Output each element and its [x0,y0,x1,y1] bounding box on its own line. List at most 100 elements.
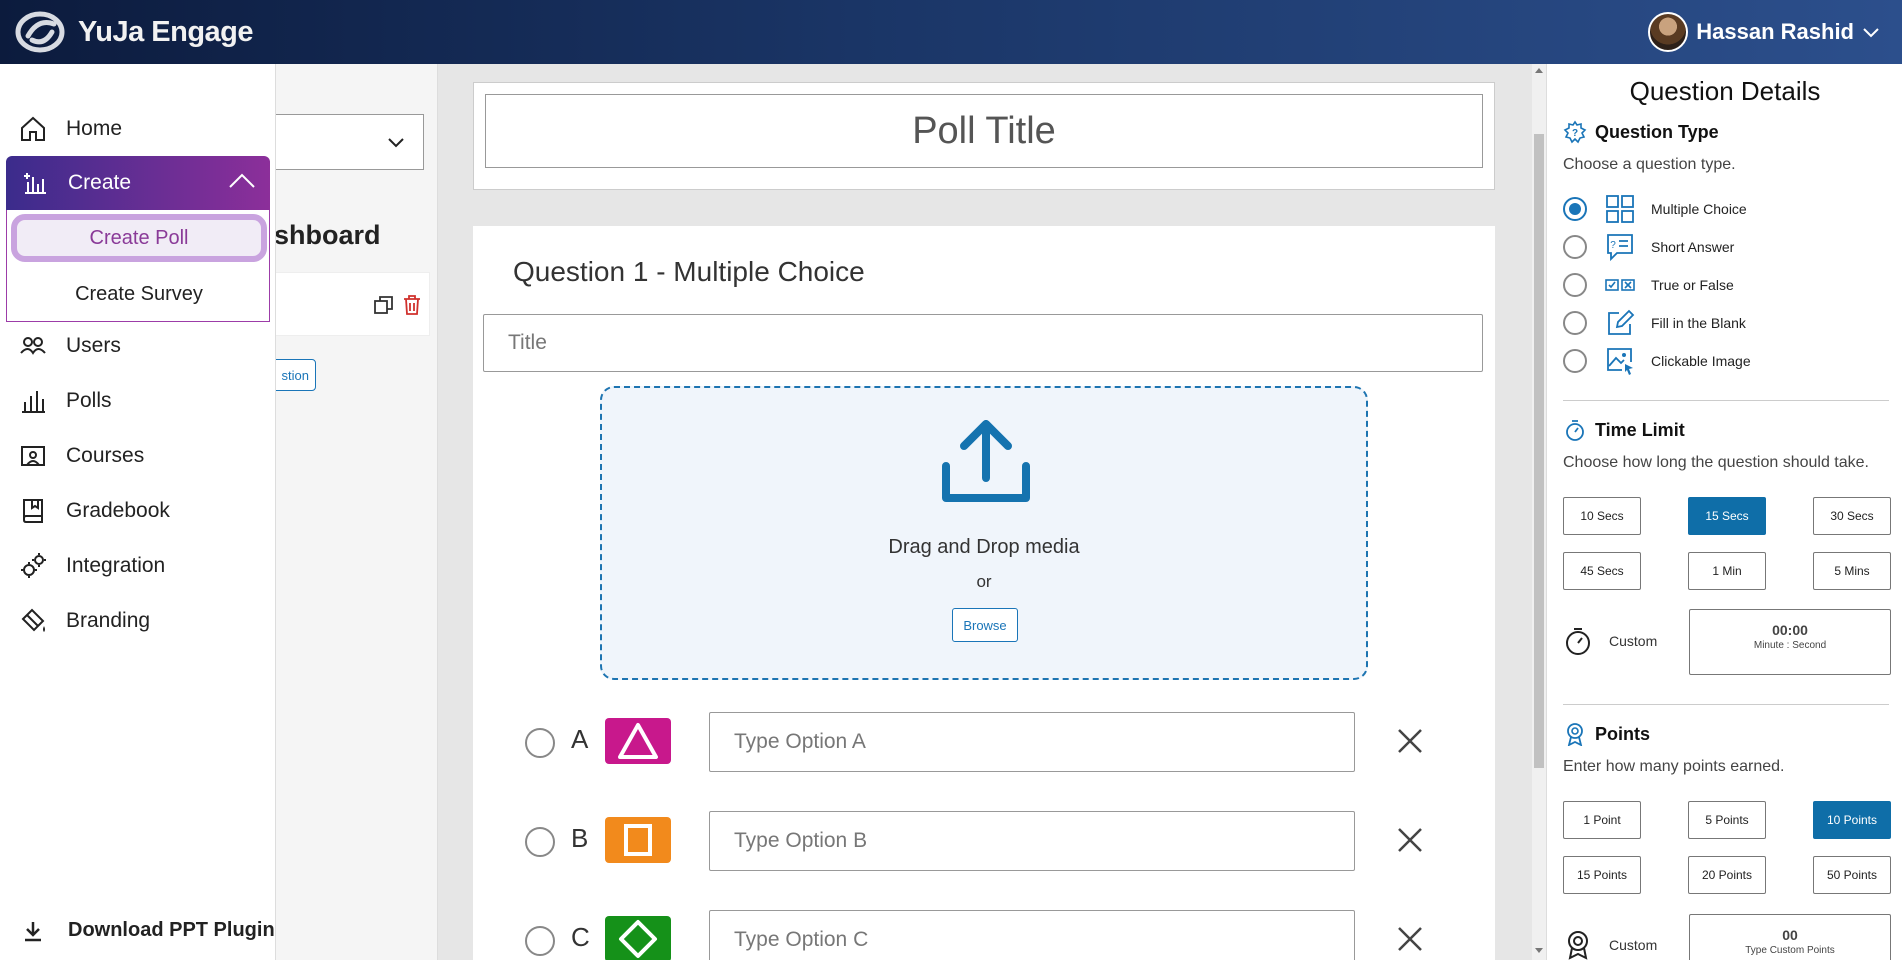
question-details-title: Question Details [1629,76,1821,106]
time-custom-input[interactable]: 00:00 Minute : Second [1689,609,1891,675]
poll-title-input[interactable]: Poll Title [485,94,1483,168]
qtype-label: Fill in the Blank [1651,315,1746,331]
question-card: Question 1 - Multiple Choice Title Drag … [473,226,1495,960]
qtype-radio[interactable] [1563,235,1587,259]
scroll-down-arrow[interactable] [1535,948,1543,953]
qtype-label: Clickable Image [1651,353,1751,369]
app-logo[interactable]: YuJa Engage [14,10,254,54]
nav-label-polls: Polls [66,389,112,412]
app-name: YuJa Engage [78,15,254,48]
time-custom-label: Custom [1609,633,1658,649]
question-details-panel: Question Details ? Question Type Choose … [1546,64,1902,960]
qtype-clickable-image[interactable]: Clickable Image [1563,346,1751,376]
qtype-multiple-choice[interactable]: Multiple Choice [1563,194,1747,224]
upload-icon [942,420,1030,502]
qtype-radio[interactable] [1563,197,1587,221]
option-row-c: C Type Option C [525,910,1445,960]
points-10-button[interactable]: 10 Points [1813,801,1891,839]
nav-label-create: Create [68,171,132,194]
qtype-fill-blank[interactable]: Fill in the Blank [1563,308,1746,338]
option-a-radio[interactable] [525,728,555,758]
qtype-label: Short Answer [1651,239,1735,255]
submenu-create-survey[interactable]: Create Survey [7,266,271,322]
time-10-secs-button[interactable]: 10 Secs [1563,497,1641,535]
points-15-button[interactable]: 15 Points [1563,856,1641,894]
media-dropzone[interactable]: Drag and Drop media or Browse [600,386,1368,680]
course-select[interactable] [276,114,424,170]
yuja-logo-icon [15,11,65,53]
points-1-button[interactable]: 1 Point [1563,801,1641,839]
nav-item-users[interactable]: Users [18,331,121,361]
time-30-secs-button[interactable]: 30 Secs [1813,497,1891,535]
square-icon [605,817,671,863]
download-icon [25,921,41,941]
option-b-radio[interactable] [525,827,555,857]
chevron-up-icon[interactable] [228,170,256,192]
points-50-button[interactable]: 50 Points [1813,856,1891,894]
remove-option-b-icon[interactable] [1395,825,1425,855]
qtype-label: True or False [1651,277,1734,293]
nav-label-courses: Courses [66,444,145,467]
question-type-sub: Choose a question type. [1563,156,1736,173]
points-sub: Enter how many points earned. [1563,758,1785,775]
scroll-up-arrow[interactable] [1535,68,1543,73]
option-c-input[interactable]: Type Option C [709,910,1355,960]
nav-item-polls[interactable]: Polls [18,386,112,416]
qtype-radio[interactable] [1563,349,1587,373]
nav-item-create[interactable]: Create [6,156,270,210]
qtype-short-answer[interactable]: ? Short Answer [1563,232,1734,262]
avatar [1648,12,1689,52]
question-type-heading: ? Question Type [1563,120,1719,144]
delete-icon[interactable] [400,293,424,317]
nav-item-gradebook[interactable]: Gradebook [18,496,170,526]
users-icon [20,337,46,355]
question-title-input[interactable]: Title [483,314,1483,372]
nav-item-home[interactable]: Home [18,114,122,144]
scroll-thumb[interactable] [1534,134,1544,768]
polls-icon [22,391,45,413]
qtype-radio[interactable] [1563,273,1587,297]
duplicate-icon[interactable] [372,293,396,317]
check-x-icon [1605,279,1635,291]
gradebook-icon [23,499,43,523]
qtype-true-false[interactable]: True or False [1563,270,1734,300]
courses-icon [21,446,45,466]
triangle-icon [605,718,671,764]
left-nav: Home Create Create Poll Create Survey Us… [0,64,276,960]
user-name: Hassan Rashid [1696,19,1854,44]
time-1-min-button[interactable]: 1 Min [1688,552,1766,590]
points-5-button[interactable]: 5 Points [1688,801,1766,839]
question-button[interactable]: stion [276,359,316,391]
time-custom-sub: Minute : Second [1753,640,1827,651]
time-5-mins-button[interactable]: 5 Mins [1813,552,1891,590]
time-15-secs-button[interactable]: 15 Secs [1688,497,1766,535]
option-c-radio[interactable] [525,926,555,956]
nav-item-integration[interactable]: Integration [18,551,165,581]
points-custom-row: Custom [1563,930,1657,960]
nav-item-courses[interactable]: Courses [18,441,144,471]
drop-text: Drag and Drop media [888,536,1080,558]
option-a-input[interactable]: Type Option A [709,712,1355,772]
points-20-button[interactable]: 20 Points [1688,856,1766,894]
poll-row[interactable] [276,272,430,336]
browse-button[interactable]: Browse [952,608,1018,642]
timer-icon [1566,628,1590,655]
option-b-input[interactable]: Type Option B [709,811,1355,871]
editor-scrollbar[interactable] [1532,64,1546,960]
grid-icon [1606,195,1634,223]
qtype-radio[interactable] [1563,311,1587,335]
chevron-down-icon [388,138,404,148]
nav-item-branding[interactable]: Branding [18,606,150,636]
remove-option-a-icon[interactable] [1395,726,1425,756]
time-limit-heading: Time Limit [1563,418,1685,442]
user-menu[interactable]: Hassan Rashid [1648,12,1880,52]
remove-option-c-icon[interactable] [1395,924,1425,954]
download-ppt-plugin[interactable]: Download PPT Plugin [22,919,275,942]
time-custom-value: 00:00 [1772,622,1808,638]
points-custom-input[interactable]: 00 Type Custom Points [1689,914,1891,960]
submenu-create-poll[interactable]: Create Poll [7,210,271,266]
question-heading: Question 1 - Multiple Choice [513,256,865,287]
or-text: or [976,572,992,591]
time-custom-row: Custom [1563,626,1657,656]
time-45-secs-button[interactable]: 45 Secs [1563,552,1641,590]
